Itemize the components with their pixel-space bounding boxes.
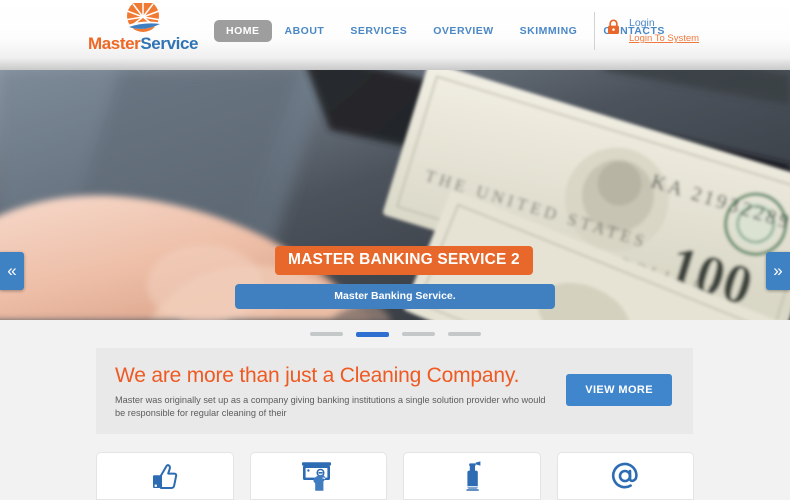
- header-divider: [594, 12, 595, 50]
- promo-body-text: Master was originally set up as a compan…: [115, 395, 546, 418]
- nav-item-services[interactable]: SERVICES: [337, 20, 420, 42]
- hero-photo: KA 21932289 A 100 THE UNITED STATES ONE …: [0, 70, 790, 320]
- feature-card-spray-can[interactable]: [403, 452, 541, 500]
- thumbs-up-icon: [151, 463, 178, 490]
- sunburst-icon: [120, 3, 166, 33]
- slider-dot-4[interactable]: [447, 332, 481, 336]
- slider-dot-1[interactable]: [309, 332, 343, 336]
- slider-prev-button[interactable]: «: [0, 252, 24, 290]
- login-to-system-link[interactable]: Login To System: [629, 32, 699, 46]
- slider-dot-2[interactable]: [355, 331, 389, 337]
- at-sign-icon: [611, 462, 639, 490]
- nav-item-about[interactable]: ABOUT: [272, 20, 338, 42]
- hero-caption-title: MASTER BANKING SERVICE 2: [275, 246, 533, 275]
- feature-card-atm[interactable]: [249, 452, 387, 500]
- nav-item-skimming[interactable]: SKIMMING: [507, 20, 591, 42]
- logo-word-master: Master: [87, 34, 141, 53]
- hero-slider[interactable]: KA 21932289 A 100 THE UNITED STATES ONE …: [0, 70, 790, 320]
- slider-pagination: [0, 320, 790, 348]
- feature-cards: [96, 452, 694, 500]
- login-area: Login Login To System: [607, 16, 699, 46]
- hero-caption-subtitle: Master Banking Service.: [235, 284, 555, 309]
- site-header: MasterService HOME ABOUT SERVICES OVERVI…: [0, 0, 790, 70]
- slider-dot-3[interactable]: [401, 332, 435, 336]
- feature-card-thumbs-up[interactable]: [96, 452, 234, 500]
- nav-item-overview[interactable]: OVERVIEW: [420, 20, 506, 42]
- spray-can-icon: [461, 461, 483, 491]
- nav-item-home[interactable]: HOME: [214, 20, 272, 42]
- lock-icon: [607, 19, 620, 35]
- page-root: MasterService HOME ABOUT SERVICES OVERVI…: [0, 0, 790, 500]
- logo-wordmark: MasterService: [87, 34, 199, 54]
- logo-word-service: Service: [140, 34, 199, 53]
- promo-panel: We are more than just a Cleaning Company…: [96, 348, 693, 434]
- feature-card-email[interactable]: [556, 452, 694, 500]
- login-link[interactable]: Login: [629, 16, 699, 30]
- atm-card-hand-icon: [301, 461, 335, 491]
- view-more-button[interactable]: VIEW MORE: [566, 374, 672, 406]
- site-logo[interactable]: MasterService: [88, 2, 198, 62]
- slider-next-button[interactable]: »: [766, 252, 790, 290]
- login-links: Login Login To System: [629, 16, 699, 46]
